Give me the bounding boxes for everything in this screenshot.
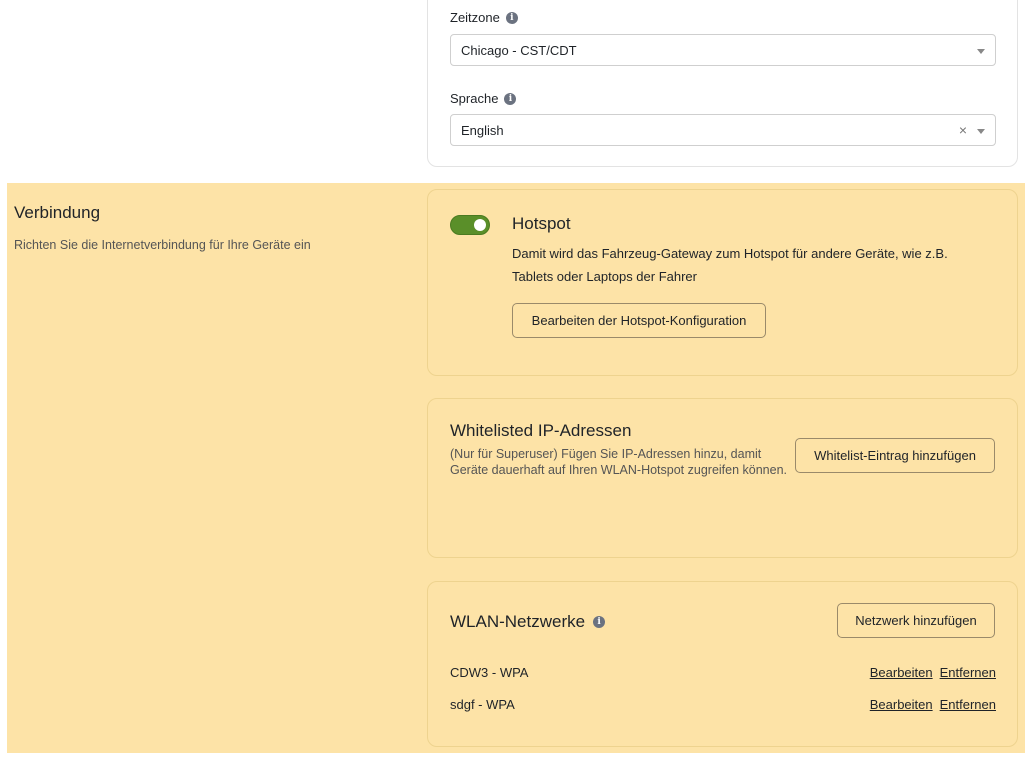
edit-network-link[interactable]: Bearbeiten (870, 665, 933, 680)
chevron-down-icon[interactable] (977, 49, 985, 54)
section-description: Richten Sie die Internetverbindung für I… (14, 238, 311, 252)
toggle-knob (474, 219, 486, 231)
clear-icon[interactable]: × (959, 122, 967, 138)
hotspot-title: Hotspot (512, 214, 571, 233)
add-whitelist-button[interactable]: Whitelist-Eintrag hinzufügen (795, 438, 995, 473)
connection-section: Verbindung Richten Sie die Internetverbi… (7, 183, 1025, 753)
timezone-value: Chicago - CST/CDT (461, 42, 577, 58)
edit-hotspot-button[interactable]: Bearbeiten der Hotspot-Konfiguration (512, 303, 766, 338)
info-icon[interactable]: i (593, 616, 606, 628)
list-item: sdgf - WPA Bearbeiten Entfernen (450, 694, 996, 714)
hotspot-description: Damit wird das Fahrzeug-Gateway zum Hots… (512, 246, 948, 284)
remove-network-link[interactable]: Entfernen (940, 697, 996, 712)
hotspot-toggle[interactable] (450, 215, 490, 235)
language-label: Sprache i (450, 91, 517, 106)
wlan-card: WLAN-Netzwerke i Netzwerk hinzufügen CDW… (427, 581, 1018, 747)
whitelist-description: (Nur für Superuser) Fügen Sie IP-Adresse… (450, 447, 787, 477)
network-name: CDW3 - WPA (450, 664, 529, 680)
whitelist-title: Whitelisted IP-Adressen (450, 421, 632, 440)
info-icon[interactable]: i (504, 92, 517, 105)
section-title: Verbindung (14, 203, 101, 222)
edit-network-link[interactable]: Bearbeiten (870, 697, 933, 712)
language-select[interactable]: English × (450, 114, 996, 146)
whitelist-card: Whitelisted IP-Adressen (Nur für Superus… (427, 398, 1018, 558)
wlan-title: WLAN-Netzwerke i (450, 612, 606, 632)
hotspot-card: Hotspot Damit wird das Fahrzeug-Gateway … (427, 189, 1018, 376)
chevron-down-icon[interactable] (977, 129, 985, 134)
list-item: CDW3 - WPA Bearbeiten Entfernen (450, 662, 996, 682)
timezone-label: Zeitzone i (450, 10, 518, 25)
language-value: English (461, 122, 504, 138)
info-icon[interactable]: i (505, 11, 518, 24)
timezone-select[interactable]: Chicago - CST/CDT (450, 34, 996, 66)
network-name: sdgf - WPA (450, 696, 515, 712)
add-network-button[interactable]: Netzwerk hinzufügen (837, 603, 995, 638)
locale-settings-card: Zeitzone i Chicago - CST/CDT Sprache i E… (427, 0, 1018, 167)
remove-network-link[interactable]: Entfernen (940, 665, 996, 680)
